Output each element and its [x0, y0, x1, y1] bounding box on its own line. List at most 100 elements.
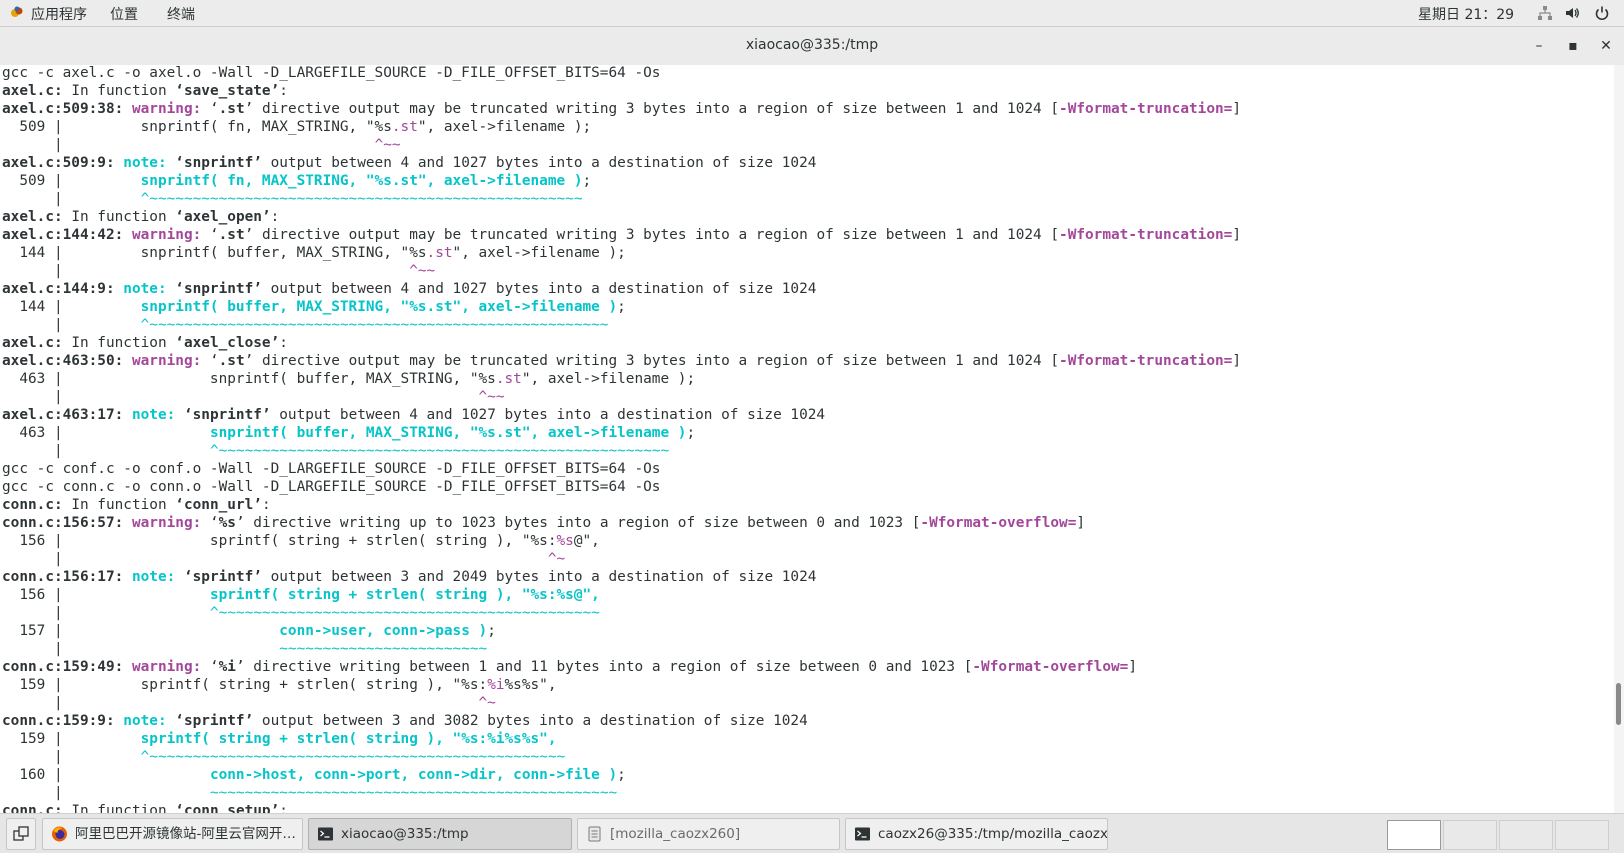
- taskbar-item-terminal-active[interactable]: xiaocao@335:/tmp: [308, 818, 572, 850]
- terminal-text: note:: [131, 569, 184, 585]
- terminal-text: conn.c:156:17:: [2, 569, 132, 585]
- maximize-button[interactable]: ▪: [1564, 37, 1582, 55]
- terminal-text: ;: [617, 767, 626, 783]
- minimize-button[interactable]: –: [1530, 37, 1548, 55]
- terminal-text: ’ directive output may be truncated writ…: [244, 227, 1060, 243]
- terminal-text: ’ directive writing up to 1023 bytes int…: [235, 515, 921, 531]
- terminal-text: ", axel->filename );: [521, 371, 696, 387]
- terminal-text: ^~~: [374, 137, 401, 153]
- terminal-text: |: [2, 551, 548, 567]
- terminal-text: 156 |: [2, 587, 210, 603]
- terminal-text: -Wformat-overflow=: [972, 659, 1129, 675]
- close-button[interactable]: ✕: [1597, 37, 1615, 55]
- terminal-text: axel.c:: [2, 335, 63, 351]
- terminal-scrollbar[interactable]: [1614, 65, 1624, 813]
- terminal-text: output between 4 and 1027 bytes into a d…: [270, 407, 826, 423]
- taskbar-item-file-manager[interactable]: [mozilla_caozx260]: [577, 818, 840, 850]
- terminal-text: 157 |: [2, 623, 280, 639]
- terminal-line: | ^~~~~~~~~~~~~~~~~~~~~~~~~~~~~~~~~~~~~~…: [2, 748, 565, 766]
- workspace-4[interactable]: [1555, 820, 1609, 850]
- terminal-line: conn.c:156:17: note: ‘sprintf’ output be…: [2, 568, 816, 586]
- terminal-line: | ^~~~~~~~~~~~~~~~~~~~~~~~~~~~~~~~~~~~~~…: [2, 190, 583, 208]
- terminal-text: gcc -c axel.c -o axel.o -Wall -D_LARGEFI…: [2, 65, 661, 81]
- window-titlebar[interactable]: xiaocao@335:/tmp – ▪ ✕: [0, 27, 1624, 66]
- terminal-text: ‘conn_url’: [175, 497, 262, 513]
- terminal-text: conn.c:159:49:: [2, 659, 132, 675]
- workspace-3[interactable]: [1499, 820, 1553, 850]
- terminal-text: axel.c:: [2, 83, 63, 99]
- terminal-text: warning:: [131, 515, 210, 531]
- terminal-text: ]: [1128, 659, 1138, 675]
- terminal-text: .st: [218, 101, 245, 117]
- volume-icon[interactable]: [1564, 5, 1580, 21]
- terminal-text: ;: [686, 425, 696, 441]
- terminal-text: ]: [1076, 515, 1086, 531]
- taskbar-item-terminal-2[interactable]: caozx26@335:/tmp/mozilla_caozx…: [845, 818, 1108, 850]
- terminal-text: ^~~~~~~~~~~~~~~~~~~~~~~~~~~~~~~~~~~~~~~~…: [209, 443, 670, 459]
- terminal-output[interactable]: gcc -c axel.c -o axel.o -Wall -D_LARGEFI…: [0, 65, 1614, 813]
- terminal-text: .st: [495, 371, 522, 387]
- terminal-text: ^~~~~~~~~~~~~~~~~~~~~~~~~~~~~~~~~~~~~~~~…: [209, 605, 600, 621]
- terminal-text: |: [2, 749, 141, 765]
- terminal-text: In function: [62, 497, 176, 513]
- terminal-line: axel.c:463:50: warning: ‘.st’ directive …: [2, 352, 1241, 370]
- power-icon[interactable]: [1594, 5, 1610, 21]
- terminal-line: axel.c:509:9: note: ‘snprintf’ output be…: [2, 154, 816, 172]
- terminal-text: In function: [62, 803, 176, 813]
- terminal-text: warning:: [131, 659, 210, 675]
- terminal-text: note:: [123, 281, 176, 297]
- terminal-text: ‘sprintf’: [175, 713, 254, 729]
- terminal-line: 160 | conn->host, conn->port, conn->dir,…: [2, 766, 626, 784]
- menu-places[interactable]: 位置: [110, 4, 138, 24]
- terminal-text: sprintf( string + strlen( string ), "%s:…: [209, 587, 600, 603]
- menu-terminal[interactable]: 终端: [167, 4, 195, 24]
- terminal-text: In function: [62, 83, 176, 99]
- terminal-text: note:: [131, 407, 184, 423]
- terminal-line: conn.c:159:9: note: ‘sprintf’ output bet…: [2, 712, 808, 730]
- clock[interactable]: 星期日 21：29: [1418, 4, 1514, 24]
- terminal-text: ‘conn_setup’: [175, 803, 280, 813]
- terminal-text: %i: [218, 659, 236, 675]
- terminal-text: In function: [62, 209, 176, 225]
- terminal-text: @",: [573, 533, 600, 549]
- taskbar-item-browser[interactable]: 阿里巴巴开源镜像站-阿里云官网开…: [42, 818, 303, 850]
- top-panel: 应用程序 位置 终端 星期日 21：29: [0, 0, 1624, 27]
- terminal-text: :: [279, 335, 288, 351]
- terminal-icon: [855, 827, 870, 841]
- terminal-text: %s: [556, 533, 574, 549]
- terminal-line: | ^~~~~~~~~~~~~~~~~~~~~~~~~~~~~~~~~~~~~~…: [2, 442, 669, 460]
- terminal-line: axel.c:463:17: note: ‘snprintf’ output b…: [2, 406, 825, 424]
- terminal-text: |: [2, 191, 141, 207]
- terminal-line: conn.c: In function ‘conn_setup’:: [2, 802, 288, 813]
- terminal-text: sprintf( string + strlen( string ), "%s:…: [140, 731, 557, 747]
- terminal-text: warning:: [131, 101, 210, 117]
- terminal-text: ~~~~~~~~~~~~~~~~~~~~~~~~~~~~~~~~~~~~~~~~…: [209, 785, 618, 801]
- terminal-text: ‘snprintf’: [175, 281, 262, 297]
- terminal-text: conn->host, conn->port, conn->dir, conn-…: [209, 767, 618, 783]
- terminal-line: | ^~~: [2, 136, 401, 154]
- terminal-text: ^~~: [409, 263, 436, 279]
- network-icon[interactable]: [1537, 5, 1553, 21]
- terminal-text: .st: [426, 245, 453, 261]
- scrollbar-thumb[interactable]: [1616, 683, 1621, 725]
- terminal-text: :: [261, 497, 271, 513]
- terminal-text: |: [2, 443, 210, 459]
- terminal-text: axel.c:509:9:: [2, 155, 124, 171]
- terminal-text: ", axel->filename );: [417, 119, 592, 135]
- terminal-text: output between 3 and 3082 bytes into a d…: [253, 713, 808, 729]
- terminal-text: conn.c:: [2, 803, 63, 813]
- show-desktop-button[interactable]: [6, 818, 36, 850]
- terminal-text: 160 |: [2, 767, 210, 783]
- menu-applications[interactable]: 应用程序: [31, 4, 87, 24]
- taskbar-item-label: [mozilla_caozx260]: [610, 826, 741, 842]
- terminal-line: axel.c: In function ‘axel_open’:: [2, 208, 279, 226]
- terminal-text: |: [2, 605, 210, 621]
- workspace-2[interactable]: [1443, 820, 1497, 850]
- terminal-text: axel.c:144:42:: [2, 227, 132, 243]
- terminal-line: conn.c:156:57: warning: ‘%s’ directive w…: [2, 514, 1085, 532]
- terminal-text: 509 | snprintf( fn, MAX_STRING, "%s: [2, 119, 392, 135]
- taskbar: 阿里巴巴开源镜像站-阿里云官网开… xiaocao@335:/tmp [mozi…: [0, 813, 1624, 853]
- terminal-line: | ^~: [2, 550, 565, 568]
- terminal-text: :: [279, 83, 288, 99]
- workspace-1[interactable]: [1387, 820, 1441, 850]
